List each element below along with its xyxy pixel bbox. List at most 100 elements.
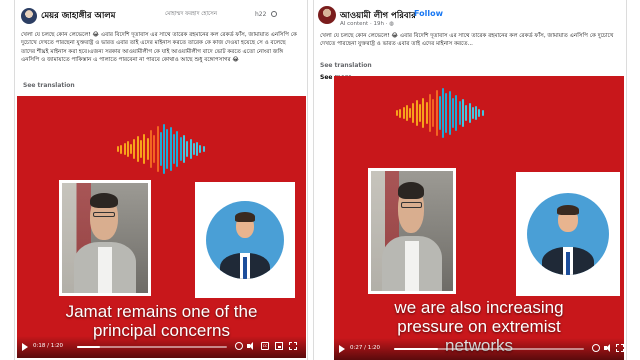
- waveform-bar: [149, 130, 152, 168]
- waveform-bar: [143, 134, 146, 164]
- globe-icon: ◍: [389, 21, 394, 27]
- waveform-bar: [199, 145, 202, 153]
- left-speaker-photo: [59, 180, 151, 296]
- waveform-bar: [471, 107, 474, 119]
- waveform-bar: [475, 106, 478, 120]
- subtitle-line: we are also increasing: [394, 298, 564, 317]
- fullscreen-icon[interactable]: [289, 342, 297, 350]
- volume-icon[interactable]: [247, 342, 255, 350]
- subtitle-line: pressure on extremist: [397, 317, 561, 336]
- waveform-bar: [120, 144, 123, 154]
- waveform-bar: [186, 141, 189, 157]
- left-video-controls: 0:18 / 1:20 cc: [17, 336, 306, 358]
- right-post-header: আওয়ামী লীগ পরিবার Follow AI content · 1…: [314, 6, 626, 28]
- waveform-bar: [173, 134, 176, 164]
- waveform-bar: [428, 94, 431, 132]
- waveform-bar: [409, 108, 412, 118]
- waveform-bar: [163, 124, 166, 174]
- right-progress-fill: [394, 348, 438, 350]
- waveform-bar: [415, 100, 418, 126]
- waveform-bar: [196, 142, 199, 156]
- waveform-bar: [468, 103, 471, 123]
- right-see-translation[interactable]: See translation: [320, 62, 372, 69]
- volume-icon[interactable]: [604, 344, 612, 352]
- waveform-bar: [455, 95, 458, 131]
- play-icon[interactable]: [339, 345, 345, 353]
- waveform-bar: [461, 99, 464, 127]
- waveform-bar: [123, 143, 126, 155]
- gear-icon[interactable]: [592, 344, 600, 352]
- waveform-bar: [438, 96, 441, 130]
- captions-icon[interactable]: cc: [261, 342, 269, 350]
- picture-in-picture-icon[interactable]: [275, 342, 283, 350]
- waveform-bar: [189, 139, 192, 159]
- right-post-caption: খেলা যে চলছে কোন লেভেলে! 😂 এবার বিদেশি দ…: [320, 33, 614, 48]
- ai-content-label[interactable]: AI content: [340, 21, 368, 27]
- waveform-bar: [136, 136, 139, 162]
- globe-icon: [271, 11, 277, 17]
- right-video-controls: 0:27 / 1:20: [334, 338, 624, 360]
- waveform-bar: [202, 146, 205, 152]
- waveform-bar: [117, 146, 119, 152]
- left-video-time: 0:18 / 1:20: [33, 343, 64, 349]
- left-see-translation[interactable]: See translation: [23, 82, 75, 89]
- play-icon[interactable]: [22, 343, 28, 351]
- waveform-bar: [176, 131, 179, 167]
- left-video-progress[interactable]: [77, 346, 227, 348]
- waveform-bar: [153, 135, 156, 163]
- left-avatar-illustration: [195, 182, 295, 298]
- left-post-caption: খেলা যে চলছে কোন লেভেলে! 😂 এবার বিদেশি দ…: [21, 32, 297, 64]
- right-video-player[interactable]: we are also increasing pressure on extre…: [334, 76, 624, 360]
- waveform-bar: [478, 109, 481, 117]
- waveform-bar: [448, 91, 451, 135]
- left-author-avatar[interactable]: [21, 8, 37, 24]
- right-author-avatar[interactable]: [318, 6, 336, 24]
- waveform-bar: [412, 103, 415, 123]
- right-post-time[interactable]: 19h: [373, 21, 383, 27]
- waveform-bar: [465, 105, 468, 121]
- waveform-bar: [458, 101, 461, 125]
- waveform-bar: [169, 127, 172, 171]
- waveform-bar: [156, 126, 159, 172]
- waveform-bar: [452, 98, 455, 128]
- waveform-bar: [481, 110, 484, 116]
- left-author-name[interactable]: মেয়র জাহাঙ্গীর আলম: [41, 9, 115, 23]
- waveform-bar: [425, 102, 428, 124]
- waveform-bar: [422, 98, 425, 128]
- waveform-bar: [419, 104, 422, 122]
- waveform-bar: [399, 108, 402, 118]
- right-avatar-illustration: [516, 172, 620, 296]
- waveform-bar: [445, 93, 448, 133]
- waveform-bar: [166, 129, 169, 169]
- waveform-bar: [405, 105, 408, 121]
- waveform-bar: [432, 99, 435, 127]
- right-speaker-photo: [368, 168, 456, 294]
- waveform-bar: [130, 144, 133, 154]
- waveform-bar: [442, 88, 445, 138]
- waveform-bar: [435, 90, 438, 136]
- right-video-time: 0:27 / 1:20: [350, 345, 381, 351]
- left-video-subtitle: Jamat remains one of the principal conce…: [17, 302, 306, 340]
- waveform-bar: [192, 143, 195, 155]
- waveform-bar: [146, 138, 149, 160]
- left-shared-by[interactable]: মোহাম্মদ ফরহাদ হোসেন: [165, 11, 217, 19]
- waveform-bar: [182, 135, 185, 163]
- gear-icon[interactable]: [235, 342, 243, 350]
- left-audio-waveform: [117, 124, 205, 174]
- waveform-bar: [396, 110, 398, 116]
- right-post: আওয়ামী লীগ পরিবার Follow AI content · 1…: [313, 0, 627, 360]
- left-post-time[interactable]: h22: [255, 11, 266, 18]
- fullscreen-icon[interactable]: [616, 344, 624, 352]
- waveform-bar: [133, 139, 136, 159]
- left-video-player[interactable]: Jamat remains one of the principal conce…: [17, 96, 306, 358]
- waveform-bar: [159, 132, 162, 166]
- right-video-progress[interactable]: [394, 348, 584, 350]
- waveform-bar: [402, 107, 405, 119]
- right-post-meta: AI content · 19h · ◍: [340, 21, 394, 27]
- left-progress-fill: [77, 346, 100, 348]
- follow-button[interactable]: Follow: [414, 9, 443, 18]
- subtitle-line: Jamat remains one of the: [65, 302, 258, 321]
- waveform-bar: [140, 140, 143, 158]
- waveform-bar: [179, 137, 182, 161]
- left-post: মেয়র জাহাঙ্গীর আলম মোহাম্মদ ফরহাদ হোসেন…: [14, 0, 308, 360]
